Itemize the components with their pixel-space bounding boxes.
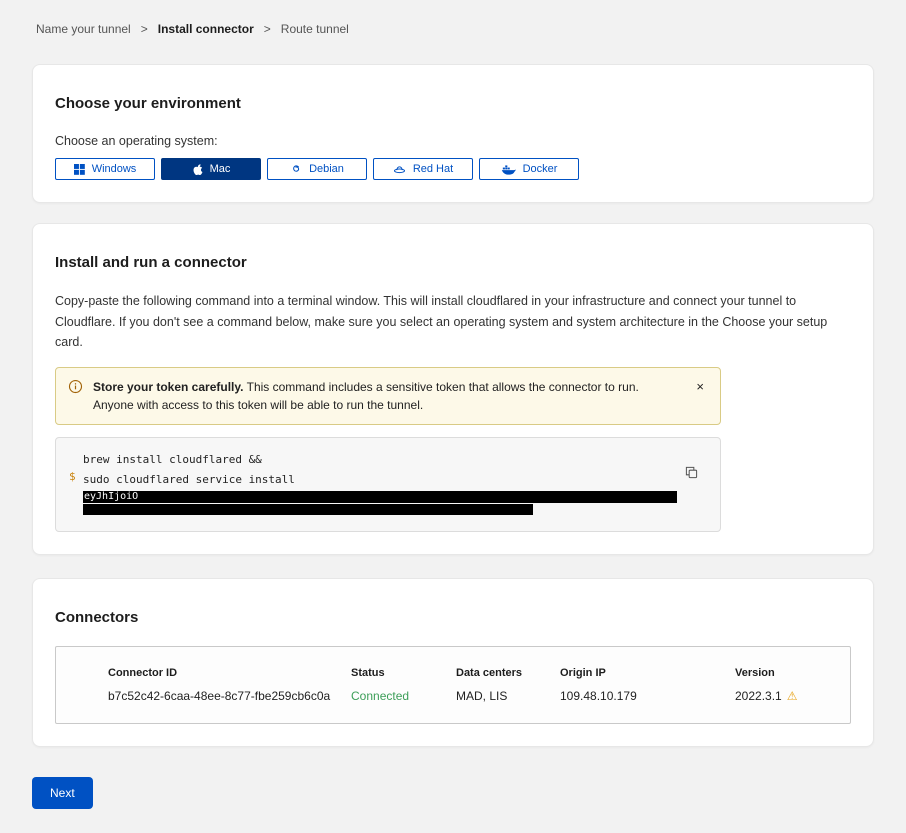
info-icon bbox=[68, 379, 83, 399]
token-warning-banner: Store your token carefully. This command… bbox=[55, 367, 721, 425]
os-button-windows[interactable]: Windows bbox=[55, 158, 155, 180]
os-button-label: Debian bbox=[309, 163, 344, 175]
os-button-group: Windows Mac Debian Red Hat Docker bbox=[55, 158, 851, 180]
os-button-label: Windows bbox=[92, 163, 137, 175]
command-line-1: brew install cloudflared && bbox=[83, 450, 676, 470]
token-warning-text: Store your token carefully. This command… bbox=[93, 378, 676, 414]
version-cell: 2022.3.1 ⚠ bbox=[735, 689, 840, 703]
install-description: Copy-paste the following command into a … bbox=[55, 291, 851, 353]
os-button-debian[interactable]: Debian bbox=[267, 158, 367, 180]
header-connector-id: Connector ID bbox=[108, 667, 351, 679]
token-prefix: eyJhIjoiO bbox=[84, 491, 138, 502]
next-button[interactable]: Next bbox=[32, 777, 93, 809]
breadcrumb-separator: > bbox=[141, 22, 148, 36]
os-select-label: Choose an operating system: bbox=[55, 134, 851, 148]
os-button-label: Mac bbox=[210, 163, 231, 175]
apple-icon bbox=[192, 163, 203, 176]
docker-icon bbox=[501, 164, 516, 175]
breadcrumb-step-route-tunnel[interactable]: Route tunnel bbox=[281, 22, 349, 36]
os-button-redhat[interactable]: Red Hat bbox=[373, 158, 473, 180]
environment-card-title: Choose your environment bbox=[55, 95, 851, 112]
connectors-card: Connectors Connector ID Status Data cent… bbox=[32, 578, 874, 747]
connectors-table-header: Connector ID Status Data centers Origin … bbox=[108, 667, 840, 679]
os-button-label: Red Hat bbox=[413, 163, 453, 175]
breadcrumb-step-name-your-tunnel[interactable]: Name your tunnel bbox=[36, 22, 131, 36]
os-button-docker[interactable]: Docker bbox=[479, 158, 579, 180]
version-warning-icon[interactable]: ⚠ bbox=[787, 689, 798, 703]
header-data-centers: Data centers bbox=[456, 667, 560, 679]
close-icon[interactable]: × bbox=[692, 378, 708, 395]
header-origin-ip: Origin IP bbox=[560, 667, 735, 679]
os-button-mac[interactable]: Mac bbox=[161, 158, 261, 180]
token-redaction-bar bbox=[83, 504, 533, 515]
install-command-codeblock: $ brew install cloudflared && sudo cloud… bbox=[55, 437, 721, 532]
header-version: Version bbox=[735, 667, 840, 679]
os-button-label: Docker bbox=[523, 163, 558, 175]
table-row: b7c52c42-6caa-48ee-8c77-fbe259cb6c0a Con… bbox=[108, 689, 840, 703]
install-card-title: Install and run a connector bbox=[55, 254, 851, 271]
breadcrumb: Name your tunnel > Install connector > R… bbox=[0, 0, 906, 36]
header-status: Status bbox=[351, 667, 456, 679]
data-centers-cell: MAD, LIS bbox=[456, 689, 560, 703]
token-redacted-line: eyJhIjoiO bbox=[83, 491, 677, 503]
command-line-2: sudo cloudflared service install bbox=[83, 470, 676, 490]
connectors-table: Connector ID Status Data centers Origin … bbox=[55, 646, 851, 724]
breadcrumb-separator: > bbox=[264, 22, 271, 36]
install-card: Install and run a connector Copy-paste t… bbox=[32, 223, 874, 555]
copy-icon[interactable] bbox=[683, 464, 700, 484]
windows-icon bbox=[74, 164, 85, 175]
environment-card: Choose your environment Choose an operat… bbox=[32, 64, 874, 203]
connectors-card-title: Connectors bbox=[55, 609, 851, 626]
debian-icon bbox=[290, 163, 302, 175]
version-value: 2022.3.1 bbox=[735, 689, 782, 703]
redhat-icon bbox=[393, 164, 406, 175]
status-badge: Connected bbox=[351, 689, 456, 703]
origin-ip-cell: 109.48.10.179 bbox=[560, 689, 735, 703]
connector-id-cell: b7c52c42-6caa-48ee-8c77-fbe259cb6c0a bbox=[108, 689, 351, 703]
breadcrumb-step-install-connector[interactable]: Install connector bbox=[158, 22, 254, 36]
terminal-prompt: $ bbox=[69, 470, 76, 483]
token-warning-lead: Store your token carefully. bbox=[93, 380, 244, 394]
